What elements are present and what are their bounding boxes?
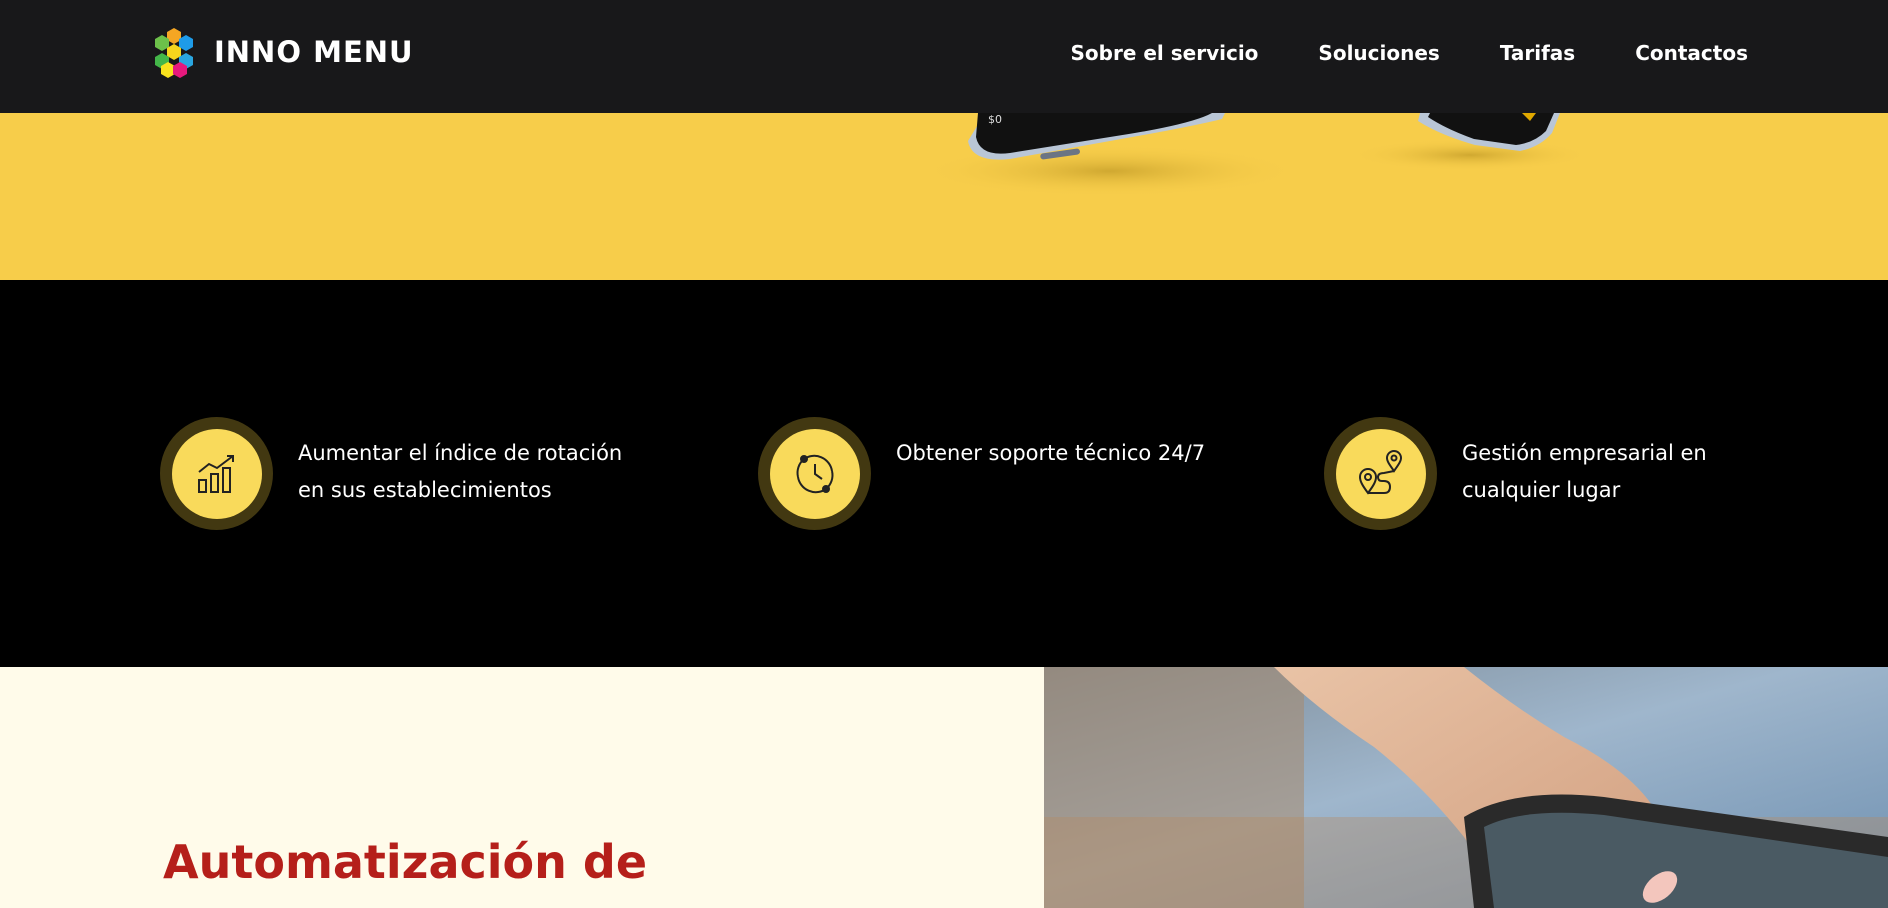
main-nav: Sobre el servicio Soluciones Tarifas Con… — [1011, 0, 1749, 106]
hand-holding-phone-photo — [1044, 667, 1888, 908]
growth-chart-icon — [197, 454, 234, 493]
site-header: INNO MENU Sobre el servicio Soluciones T… — [0, 0, 1888, 113]
section-heading: Automatización de — [163, 835, 648, 889]
feature-icon-ring — [160, 417, 273, 530]
clock-support-icon — [796, 454, 833, 493]
nav-sobre-el-servicio[interactable]: Sobre el servicio — [1071, 41, 1259, 65]
route-location-icon — [1358, 449, 1402, 495]
features-section: Aumentar el índice de rotación en sus es… — [0, 280, 1888, 667]
feature-icon-ring — [1324, 417, 1437, 530]
feature-text: Obtener soporte técnico 24/7 — [896, 441, 1206, 465]
feature-item: Obtener soporte técnico 24/7 — [758, 417, 1236, 530]
brand-name: INNO MENU — [214, 35, 414, 69]
smartphones-photo: $0 — [920, 113, 1590, 197]
nav-tarifas[interactable]: Tarifas — [1500, 41, 1575, 65]
feature-item: Gestión empresarial en cualquier lugar — [1324, 417, 1802, 530]
feature-item: Aumentar el índice de rotación en sus es… — [160, 417, 638, 530]
nav-soluciones[interactable]: Soluciones — [1318, 41, 1439, 65]
automation-section: Automatización de — [0, 667, 1044, 908]
nav-contactos[interactable]: Contactos — [1635, 41, 1748, 65]
feature-icon-ring — [758, 417, 871, 530]
brand-logo-link[interactable]: INNO MENU — [148, 26, 414, 78]
svg-text:$0: $0 — [988, 113, 1002, 126]
feature-text: Aumentar el índice de rotación en sus es… — [298, 441, 623, 502]
feature-text: Gestión empresarial en cualquier lugar — [1462, 441, 1707, 502]
photo-illustration — [1044, 667, 1888, 908]
hexagon-cluster-logo-icon — [155, 28, 193, 78]
hero-banner: $0 — [0, 113, 1888, 280]
